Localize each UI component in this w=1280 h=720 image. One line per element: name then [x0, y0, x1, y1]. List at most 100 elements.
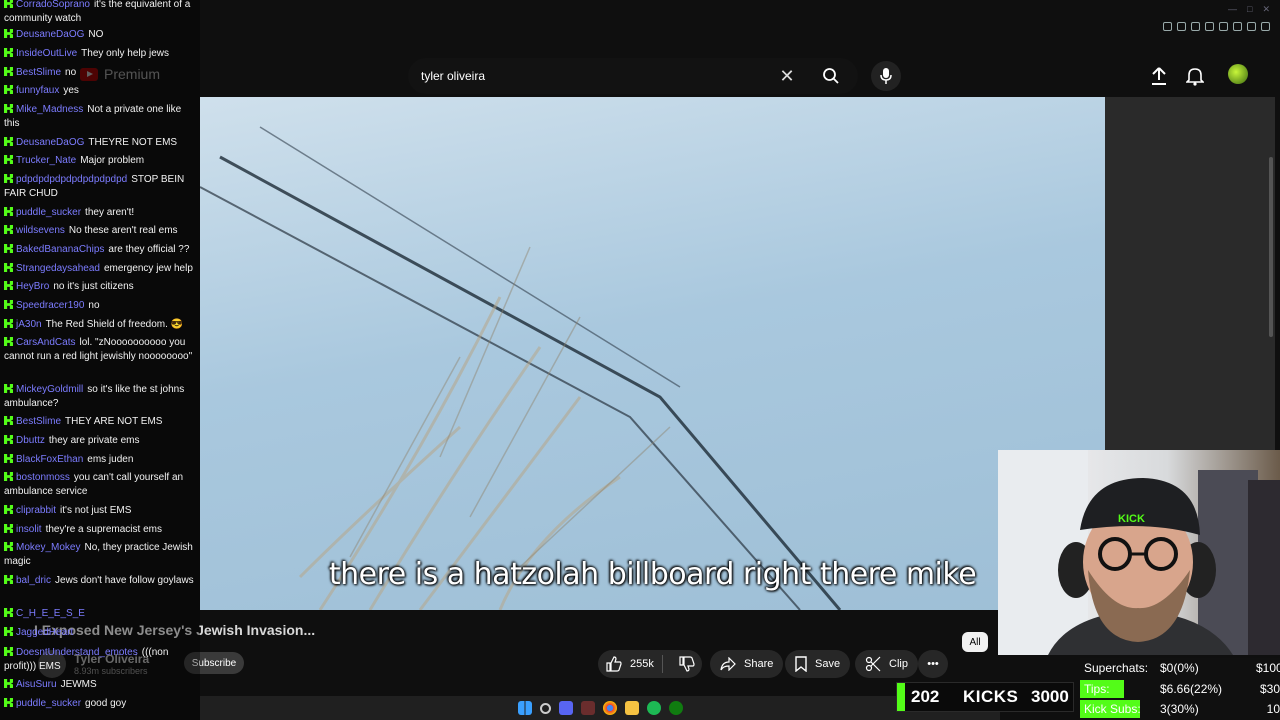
chat-username[interactable]: BestSlime — [16, 67, 61, 78]
maximize-icon[interactable]: □ — [1247, 4, 1252, 15]
chat-message: DoesntUnderstand_emotes (((non profit))) … — [4, 646, 196, 674]
chat-message: BakedBananaChips are they official ?? — [4, 243, 196, 257]
chat-text: they are private ems — [48, 435, 140, 446]
chat-username[interactable]: CorradoSoprano — [16, 0, 90, 10]
chat-message: AisuSuru JEWMS — [4, 678, 196, 692]
browser-extension-icons — [1163, 22, 1270, 31]
taskbar-search-icon[interactable] — [539, 702, 551, 714]
minimize-icon[interactable]: — — [1228, 4, 1237, 15]
search-icon — [823, 68, 839, 84]
voice-search-button[interactable] — [871, 61, 901, 91]
video-player[interactable]: there is a hatzolah billboard right ther… — [200, 97, 1105, 610]
bookmark-icon[interactable] — [1191, 22, 1200, 31]
xbox-icon[interactable] — [668, 701, 683, 715]
notifications-button[interactable] — [1185, 66, 1205, 91]
chat-username[interactable]: BakedBananaChips — [16, 244, 104, 255]
clip-button[interactable]: Clip — [855, 650, 918, 678]
shield-icon[interactable] — [1205, 22, 1214, 31]
chat-username[interactable]: InsideOutLive — [16, 48, 77, 59]
chat-username[interactable]: Mokey_Mokey — [16, 542, 80, 553]
chat-username[interactable]: pdpdpdpdpdpdpdpdpdpd — [16, 174, 127, 185]
obs-icon[interactable] — [580, 701, 595, 715]
kick-badge-icon — [4, 263, 13, 272]
thumbs-down-icon — [679, 656, 695, 672]
chat-username[interactable]: AisuSuru — [16, 679, 57, 690]
chat-message: Strangedaysahead emergency jew help — [4, 262, 196, 276]
chat-message: wildsevens No these aren't real ems — [4, 224, 196, 238]
chat-username[interactable]: BlackFoxEthan — [16, 454, 83, 465]
chat-username[interactable]: bal_dric — [16, 575, 51, 586]
chat-username[interactable]: insolit — [16, 524, 42, 535]
chat-username[interactable]: wildsevens — [16, 225, 65, 236]
zoom-icon[interactable] — [1163, 22, 1172, 31]
discord-icon[interactable] — [558, 701, 573, 715]
goal-row-tips: Tips: $6.66(22%) $30 — [1080, 680, 1280, 698]
close-window-icon[interactable]: ✕ — [1262, 4, 1270, 15]
create-button[interactable] — [1150, 66, 1168, 91]
chat-username[interactable]: puddle_sucker — [16, 207, 81, 218]
chat-username[interactable]: BestSlime — [16, 416, 61, 427]
chat-username[interactable]: Strangedaysahead — [16, 263, 100, 274]
search-button[interactable] — [804, 58, 858, 94]
search-input[interactable]: tyler oliveira — [421, 69, 770, 83]
kick-badge-icon — [4, 137, 13, 146]
kick-badge-icon — [4, 416, 13, 425]
dislike-button[interactable] — [671, 656, 695, 672]
chat-username[interactable]: MickeyGoldmill — [16, 384, 83, 395]
chat-username[interactable]: DeusaneDaOG — [16, 29, 84, 40]
chat-username[interactable]: jA30n — [16, 319, 42, 330]
chat-username[interactable]: Mike_Madness — [16, 104, 83, 115]
kick-badge-icon — [4, 225, 13, 234]
heart-icon[interactable] — [1233, 22, 1242, 31]
search-box[interactable]: tyler oliveira ✕ — [408, 58, 858, 94]
chat-username[interactable]: cliprabbit — [16, 505, 56, 516]
extension-icon[interactable] — [1177, 22, 1186, 31]
related-videos-panel — [1105, 97, 1275, 450]
clear-search-icon[interactable]: ✕ — [770, 66, 804, 87]
puzzle-icon[interactable] — [1219, 22, 1228, 31]
chat-username[interactable]: Speedracer190 — [16, 300, 84, 311]
folder-icon[interactable] — [624, 701, 639, 715]
kick-badge-icon — [4, 505, 13, 514]
scrollbar[interactable] — [1269, 157, 1273, 337]
chat-text: Major problem — [80, 155, 145, 166]
kick-badge-icon — [4, 627, 13, 636]
settings-icon[interactable] — [1261, 22, 1270, 31]
more-actions-button[interactable]: ••• — [918, 650, 948, 678]
chat-username[interactable]: funnyfaux — [16, 85, 59, 96]
kick-badge-icon — [4, 104, 13, 113]
chat-username[interactable]: DoesntUnderstand_emotes — [16, 647, 138, 658]
kick-badge-icon — [4, 435, 13, 444]
chat-message: DeusaneDaOG THEYRE NOT EMS — [4, 136, 196, 150]
chat-message: bal_dric Jews don't have follow goylaws — [4, 574, 196, 588]
goal-name: Tips: — [1084, 682, 1110, 696]
chat-username[interactable]: Trucker_Nate — [16, 155, 76, 166]
chat-username[interactable]: C_H_E_E_S_E — [16, 608, 85, 619]
chat-username[interactable]: puddle_sucker — [16, 698, 81, 709]
chat-username[interactable]: JaggedHeart — [16, 627, 73, 638]
chat-message: puddle_sucker good goy — [4, 697, 196, 711]
chat-username[interactable]: HeyBro — [16, 281, 49, 292]
kick-badge-icon — [4, 48, 13, 57]
kick-badge-icon — [4, 281, 13, 290]
like-button[interactable]: 255k — [598, 655, 663, 673]
download-icon[interactable] — [1247, 22, 1256, 31]
spotify-icon[interactable] — [646, 701, 661, 715]
goal-value: $6.66(22%) — [1160, 682, 1223, 696]
chrome-icon[interactable] — [602, 701, 617, 715]
user-avatar[interactable] — [1228, 64, 1248, 84]
kicks-goal: 3000 — [1031, 687, 1069, 706]
filter-chip-all[interactable]: All — [962, 632, 988, 652]
chat-message: insolit they're a supremacist ems — [4, 523, 196, 537]
chat-username[interactable]: bostonmoss — [16, 472, 70, 483]
chat-username[interactable]: CarsAndCats — [16, 337, 75, 348]
chat-message: pdpdpdpdpdpdpdpdpdpd STOP BEIN FAIR CHUD — [4, 173, 196, 201]
kicks-label: KICKS — [963, 687, 1019, 706]
chat-username[interactable]: Dbuttz — [16, 435, 45, 446]
share-button[interactable]: Share — [710, 650, 784, 678]
kick-badge-icon — [4, 319, 13, 328]
chat-username[interactable]: DeusaneDaOG — [16, 137, 84, 148]
save-button[interactable]: Save — [785, 650, 851, 678]
chat-message: DeusaneDaOG NO — [4, 28, 196, 42]
windows-start-icon[interactable] — [517, 701, 532, 715]
